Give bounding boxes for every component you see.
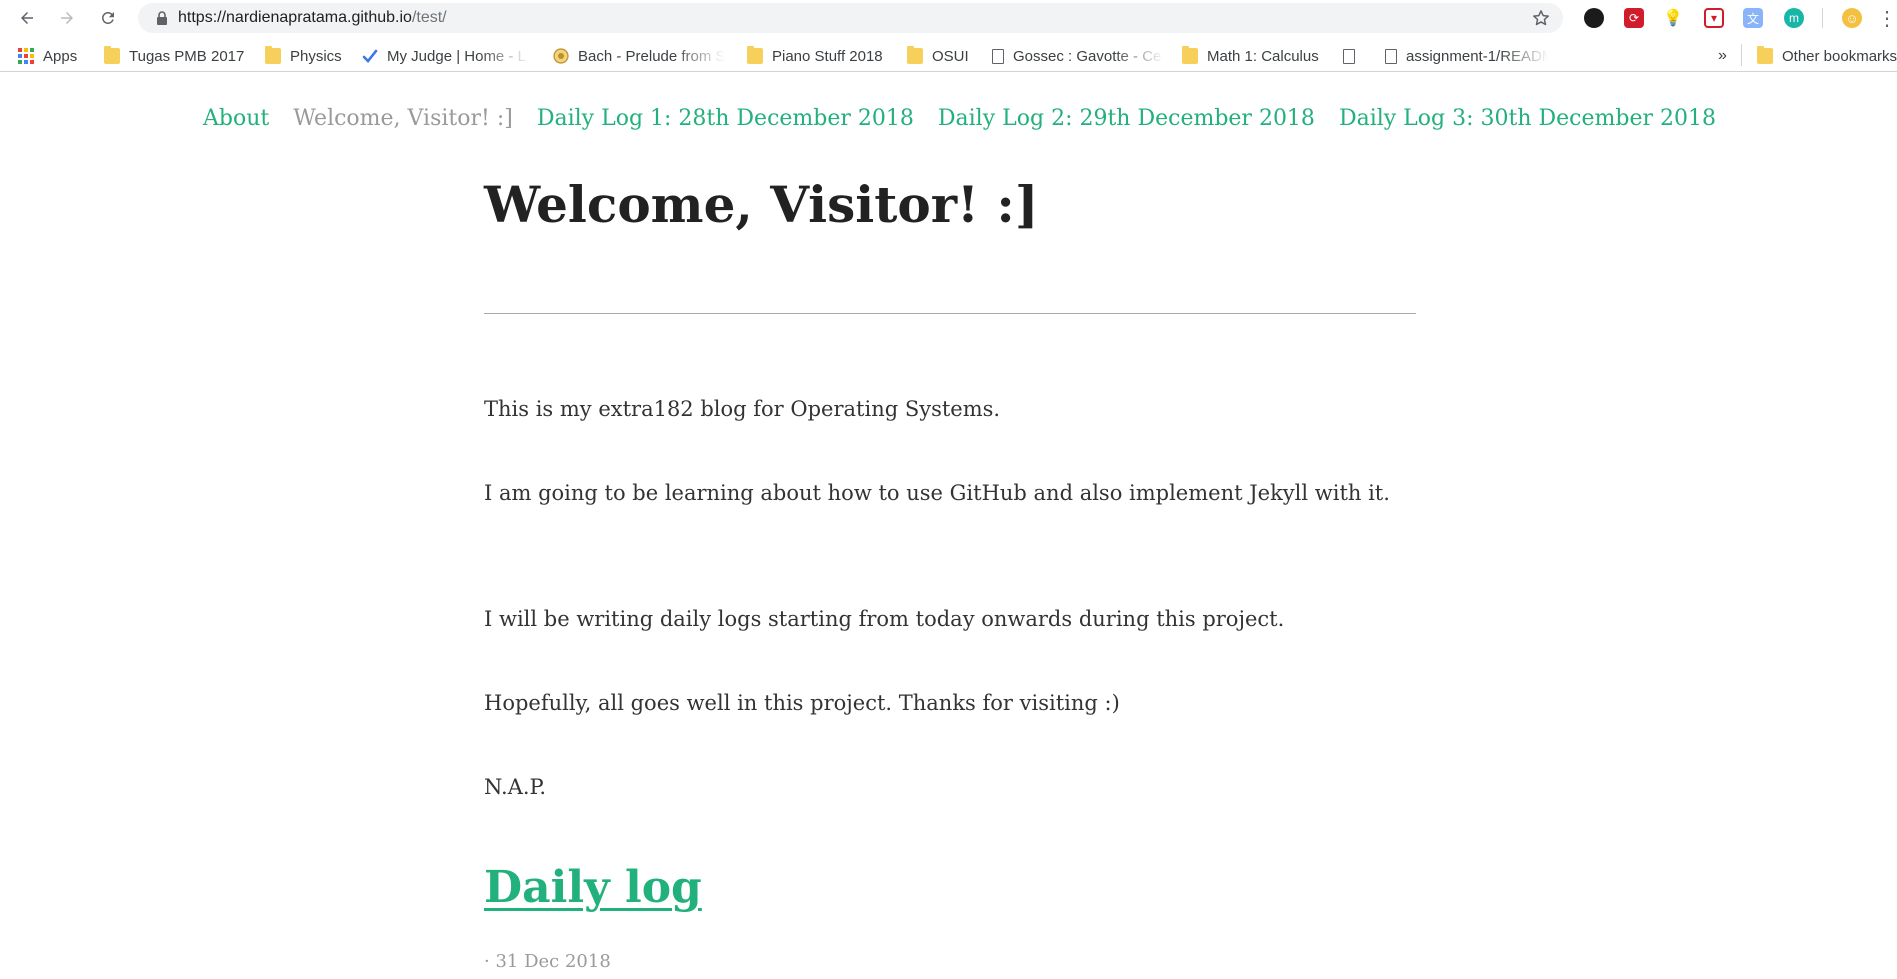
- folder-icon: [1757, 46, 1773, 64]
- bookmark-label: Tugas PMB 2017: [129, 47, 245, 65]
- reload-icon: [101, 11, 114, 24]
- folder-icon: [1182, 46, 1198, 64]
- back-arrow-icon: [21, 12, 33, 24]
- folder-icon: [747, 46, 763, 64]
- bookmark-label: My Judge | Home - L: [387, 47, 526, 65]
- page-title: Welcome, Visitor! :]: [484, 175, 1039, 234]
- post-date: · 31 Dec 2018: [484, 951, 611, 972]
- main-content: Welcome, Visitor! :] This is my extra182…: [484, 170, 1416, 972]
- folder-icon: [907, 46, 923, 64]
- document-icon: [1343, 48, 1355, 64]
- menu-kebab-icon[interactable]: ⋮: [1877, 8, 1897, 30]
- toolbar-divider: [1822, 8, 1823, 28]
- bookmark-other-bookmarks[interactable]: Other bookmarks: [1757, 46, 1897, 66]
- bookmark-label: assignment-1/READM: [1406, 47, 1549, 65]
- url-host: https://nardienapratama.github.io: [178, 9, 412, 26]
- site-favicon-icon: [553, 48, 569, 64]
- daily-logs-paragraph: I will be writing daily logs starting fr…: [484, 607, 1285, 631]
- back-button[interactable]: [14, 5, 40, 31]
- document-icon: [992, 48, 1004, 64]
- post-title-link[interactable]: Daily log: [484, 862, 702, 913]
- browser-toolbar: https://nardienapratama.github.io/test/ …: [0, 0, 1897, 36]
- bookmark-my-judge[interactable]: My Judge | Home - L: [362, 46, 530, 66]
- bookmarks-divider: [1741, 44, 1742, 66]
- bookmarks-bar: Apps Tugas PMB 2017 Physics My Judge | H…: [0, 38, 1897, 72]
- bookmark-assignment-readme[interactable]: assignment-1/READM: [1385, 46, 1549, 66]
- bookmark-untitled-doc[interactable]: [1343, 46, 1364, 66]
- bookmark-label: Gossec : Gavotte - Ce: [1013, 47, 1162, 65]
- bookmark-label: Piano Stuff 2018: [772, 47, 883, 65]
- bookmark-physics[interactable]: Physics: [265, 46, 342, 66]
- extension-dark-circle-icon[interactable]: [1584, 8, 1604, 28]
- extension-pocket-icon[interactable]: ▾: [1704, 8, 1724, 28]
- bookmark-bach-prelude[interactable]: Bach - Prelude from S: [553, 46, 725, 66]
- nav-link-welcome[interactable]: Welcome, Visitor! :]: [293, 106, 513, 142]
- bookmark-star-icon[interactable]: [1531, 8, 1551, 28]
- nav-link-daily-log-1[interactable]: Daily Log 1: 28th December 2018: [537, 106, 914, 142]
- bookmark-math-calculus[interactable]: Math 1: Calculus: [1182, 46, 1319, 66]
- thanks-paragraph: Hopefully, all goes well in this project…: [484, 691, 1120, 715]
- bookmark-label: Math 1: Calculus: [1207, 47, 1319, 65]
- nav-link-daily-log-3[interactable]: Daily Log 3: 30th December 2018: [1339, 106, 1716, 142]
- bookmark-apps[interactable]: Apps: [18, 46, 77, 66]
- bookmark-label: Other bookmarks: [1782, 47, 1897, 65]
- bookmark-label: Bach - Prelude from S: [578, 47, 725, 65]
- nav-link-about[interactable]: About: [203, 106, 269, 142]
- profile-avatar-icon[interactable]: ☺: [1842, 8, 1862, 28]
- url-text[interactable]: https://nardienapratama.github.io/test/: [178, 9, 447, 27]
- apps-grid-icon: [18, 48, 34, 64]
- nav-link-daily-log-2[interactable]: Daily Log 2: 29th December 2018: [938, 106, 1315, 142]
- document-icon: [1385, 48, 1397, 64]
- bookmark-piano-stuff[interactable]: Piano Stuff 2018: [747, 46, 883, 66]
- bookmark-gossec-gavotte[interactable]: Gossec : Gavotte - Ce: [992, 46, 1165, 66]
- lock-icon: [157, 11, 167, 25]
- signature-paragraph: N.A.P.: [484, 775, 547, 799]
- address-bar[interactable]: https://nardienapratama.github.io/test/: [138, 3, 1563, 33]
- bookmarks-overflow-button[interactable]: »: [1718, 46, 1727, 66]
- url-path: /test/: [411, 9, 447, 26]
- extension-red-sync-icon[interactable]: ⟳: [1624, 8, 1644, 28]
- reload-button[interactable]: [95, 5, 121, 31]
- folder-icon: [104, 46, 120, 64]
- forward-button[interactable]: [54, 5, 80, 31]
- site-nav: About Welcome, Visitor! :] Daily Log 1: …: [203, 106, 1740, 142]
- folder-icon: [265, 46, 281, 64]
- bookmark-label: Apps: [43, 47, 78, 65]
- bookmark-label: Physics: [290, 47, 342, 65]
- bookmark-label: OSUI: [932, 47, 969, 65]
- bookmark-tugas-pmb[interactable]: Tugas PMB 2017: [104, 46, 244, 66]
- bookmark-osui[interactable]: OSUI: [907, 46, 969, 66]
- extension-teal-m-icon[interactable]: m: [1784, 8, 1804, 28]
- checkmark-icon: [362, 49, 378, 63]
- intro-paragraph: This is my extra182 blog for Operating S…: [484, 397, 1001, 421]
- extension-translate-icon[interactable]: 文: [1743, 8, 1763, 28]
- title-divider: [484, 313, 1416, 314]
- learning-paragraph: I am going to be learning about how to u…: [484, 481, 1390, 505]
- overflow-chevron-icon: »: [1718, 47, 1727, 64]
- forward-arrow-icon: [61, 12, 73, 24]
- extension-bulb-icon[interactable]: 💡: [1663, 8, 1683, 28]
